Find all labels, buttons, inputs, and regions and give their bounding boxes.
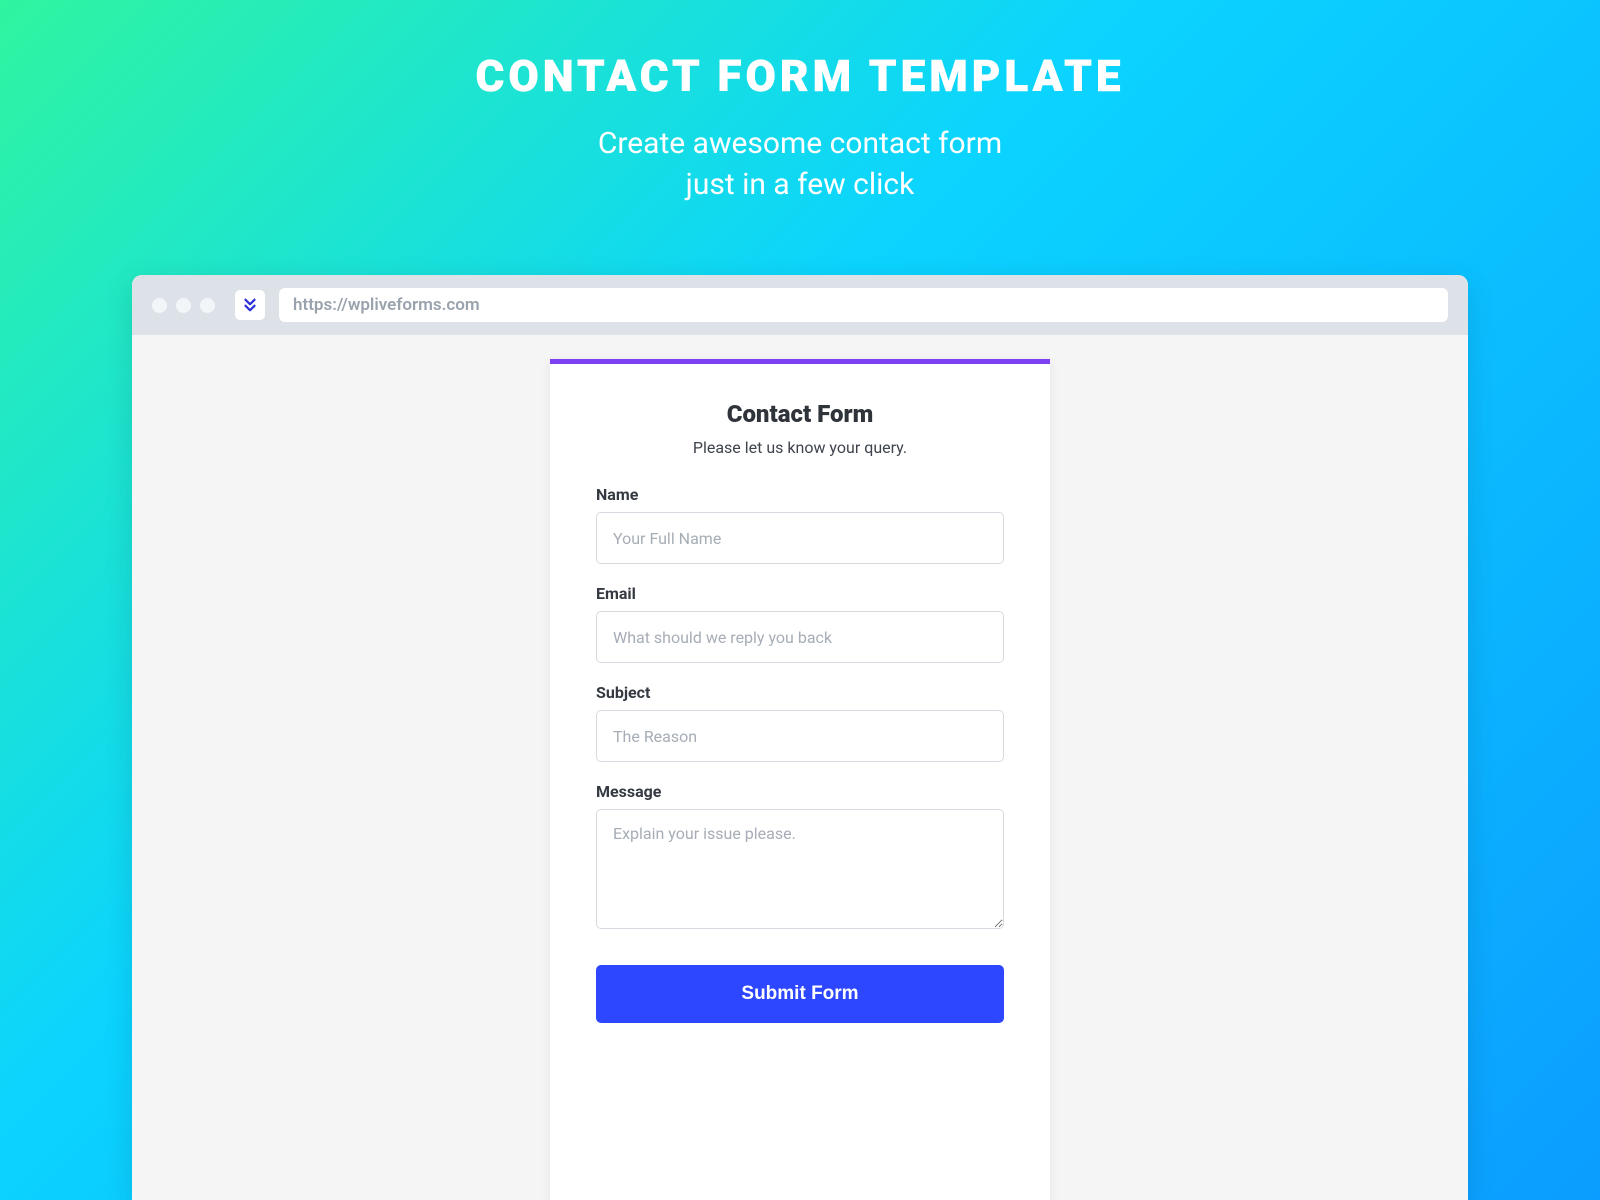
subject-input[interactable] — [596, 710, 1004, 762]
traffic-light-zoom-icon[interactable] — [200, 298, 215, 313]
browser-window: https://wpliveforms.com Contact Form Ple… — [132, 275, 1468, 1200]
field-name: Name — [596, 485, 1004, 564]
field-email: Email — [596, 584, 1004, 663]
hero-subtitle-line1: Create awesome contact form — [598, 126, 1002, 161]
name-input[interactable] — [596, 512, 1004, 564]
address-bar[interactable]: https://wpliveforms.com — [279, 288, 1448, 322]
traffic-light-minimize-icon[interactable] — [176, 298, 191, 313]
hero-subtitle: Create awesome contact form just in a fe… — [476, 124, 1125, 205]
submit-button[interactable]: Submit Form — [596, 965, 1004, 1023]
hero-title: CONTACT FORM TEMPLATE — [476, 50, 1125, 102]
message-textarea[interactable] — [596, 809, 1004, 929]
email-input[interactable] — [596, 611, 1004, 663]
name-label: Name — [596, 485, 1004, 504]
traffic-lights — [152, 298, 215, 313]
message-label: Message — [596, 782, 1004, 801]
favicon-icon — [235, 290, 265, 320]
field-subject: Subject — [596, 683, 1004, 762]
form-title: Contact Form — [596, 400, 1004, 428]
form-subtitle: Please let us know your query. — [596, 438, 1004, 457]
hero-subtitle-line2: just in a few click — [686, 167, 915, 202]
contact-form-card: Contact Form Please let us know your que… — [550, 359, 1050, 1200]
browser-viewport: Contact Form Please let us know your que… — [132, 335, 1468, 1200]
subject-label: Subject — [596, 683, 1004, 702]
traffic-light-close-icon[interactable] — [152, 298, 167, 313]
browser-top-bar: https://wpliveforms.com — [132, 275, 1468, 335]
field-message: Message — [596, 782, 1004, 933]
email-label: Email — [596, 584, 1004, 603]
